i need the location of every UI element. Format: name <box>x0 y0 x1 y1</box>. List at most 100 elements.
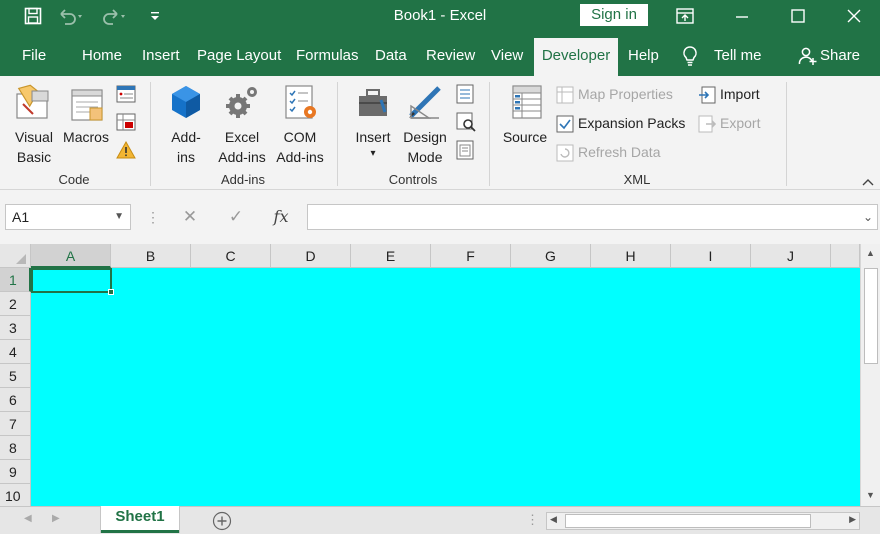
visual-basic-button[interactable]: Visual Basic <box>8 82 60 167</box>
column-header-f[interactable]: F <box>431 244 511 268</box>
ribbon-tab-bar: File Home Insert Page Layout Formulas Da… <box>0 32 880 76</box>
row-header-8[interactable]: 8 <box>0 436 31 460</box>
record-macro-icon[interactable] <box>116 84 136 107</box>
sign-in-button[interactable]: Sign in <box>580 4 648 26</box>
column-header-h[interactable]: H <box>591 244 671 268</box>
tab-review[interactable]: Review <box>426 40 475 76</box>
column-header-i[interactable]: I <box>671 244 751 268</box>
cell-range-filled[interactable] <box>31 268 860 506</box>
tab-developer[interactable]: Developer <box>534 38 618 76</box>
row-header-1[interactable]: 1 <box>0 268 31 292</box>
tell-me-search[interactable]: Tell me <box>714 40 762 76</box>
insert-controls-label: Insert <box>355 129 391 145</box>
run-dialog-icon[interactable] <box>456 140 474 163</box>
cancel-entry-icon[interactable]: ✕ <box>175 204 205 230</box>
xml-export-button[interactable]: Export <box>698 112 760 134</box>
scroll-sheets-left-icon[interactable]: ◀ <box>24 513 32 524</box>
row-header-9[interactable]: 9 <box>0 460 31 484</box>
name-box[interactable]: A1 ▼ <box>5 204 131 230</box>
share-button[interactable]: Share <box>820 40 860 76</box>
macro-security-icon[interactable] <box>116 140 136 163</box>
row-header-5[interactable]: 5 <box>0 364 31 388</box>
scroll-down-icon[interactable]: ▼ <box>866 490 875 500</box>
expand-formula-bar-icon[interactable]: ⌄ <box>863 205 873 229</box>
sheet-bar-splitter-icon[interactable]: ⋮ <box>526 512 539 528</box>
tab-page-layout[interactable]: Page Layout <box>197 40 281 76</box>
row-header-2[interactable]: 2 <box>0 292 31 316</box>
design-mode-button[interactable]: Design Mode <box>400 82 450 167</box>
import-label: Import <box>720 86 760 102</box>
properties-icon[interactable] <box>456 84 474 107</box>
view-code-icon[interactable] <box>456 112 476 135</box>
insert-controls-button[interactable]: Insert ▾ <box>348 82 398 161</box>
tab-formulas[interactable]: Formulas <box>296 40 359 76</box>
name-box-dropdown-icon[interactable]: ▼ <box>114 205 124 229</box>
tab-view[interactable]: View <box>491 40 523 76</box>
com-add-ins-button[interactable]: COM Add-ins <box>270 82 330 167</box>
scroll-up-icon[interactable]: ▲ <box>866 248 875 258</box>
share-person-icon <box>798 40 818 76</box>
toolbox-icon <box>359 89 387 116</box>
excel-add-ins-label-2: Add-ins <box>218 149 266 165</box>
expansion-packs-button[interactable]: Expansion Packs <box>556 112 685 134</box>
vertical-scrollbar[interactable]: ▲ ▼ <box>860 244 880 506</box>
scroll-sheets-right-icon[interactable]: ▶ <box>52 513 60 524</box>
ribbon-display-options-icon[interactable] <box>674 4 696 28</box>
row-header-4[interactable]: 4 <box>0 340 31 364</box>
visual-basic-label-2: Basic <box>16 149 52 165</box>
confirm-entry-icon[interactable]: ✓ <box>221 204 251 230</box>
relative-references-icon[interactable] <box>116 112 136 135</box>
row-header-3[interactable]: 3 <box>0 316 31 340</box>
xml-source-button[interactable]: Source <box>498 82 552 147</box>
save-icon[interactable] <box>20 4 46 28</box>
design-mode-icon <box>409 86 441 119</box>
scroll-left-icon[interactable]: ◀ <box>550 514 557 525</box>
xml-import-button[interactable]: Import <box>698 83 760 105</box>
add-ins-button[interactable]: Add- ins <box>160 82 212 167</box>
group-label-controls: Controls <box>388 172 438 187</box>
column-header-a[interactable]: A <box>31 244 111 268</box>
tab-data[interactable]: Data <box>375 40 407 76</box>
select-all-corner[interactable] <box>0 244 31 268</box>
new-sheet-icon[interactable] <box>212 511 232 534</box>
add-ins-label-1: Add- <box>171 129 201 145</box>
insert-function-icon[interactable]: fx <box>266 204 296 230</box>
insert-dropdown-icon: ▾ <box>370 148 376 159</box>
horizontal-scrollbar[interactable]: ◀ ▶ <box>546 512 860 530</box>
visual-basic-icon <box>16 84 49 119</box>
tab-help[interactable]: Help <box>628 40 659 76</box>
close-icon[interactable] <box>844 4 864 28</box>
formula-input[interactable]: ⌄ <box>307 204 878 230</box>
tab-insert[interactable]: Insert <box>142 40 180 76</box>
fill-handle[interactable] <box>108 289 114 295</box>
minimize-icon[interactable] <box>732 4 752 28</box>
horizontal-scroll-thumb[interactable] <box>565 514 811 528</box>
column-header-j[interactable]: J <box>751 244 831 268</box>
vertical-scroll-thumb[interactable] <box>864 268 878 364</box>
active-cell-a1[interactable] <box>31 268 112 293</box>
refresh-data-button[interactable]: Refresh Data <box>556 141 660 163</box>
formula-bar-grip-icon: ⋮ <box>146 209 160 225</box>
column-header-g[interactable]: G <box>511 244 591 268</box>
column-header-b[interactable]: B <box>111 244 191 268</box>
column-header-c[interactable]: C <box>191 244 271 268</box>
tab-home[interactable]: Home <box>82 40 122 76</box>
maximize-icon[interactable] <box>788 4 808 28</box>
add-ins-label-2: ins <box>177 149 195 165</box>
tab-file[interactable]: File <box>22 40 46 76</box>
row-header-10[interactable]: 10 <box>0 484 31 508</box>
row-header-6[interactable]: 6 <box>0 388 31 412</box>
column-header-d[interactable]: D <box>271 244 351 268</box>
redo-icon[interactable] <box>100 4 128 28</box>
column-header-e[interactable]: E <box>351 244 431 268</box>
map-properties-button[interactable]: Map Properties <box>556 83 673 105</box>
collapse-ribbon-icon[interactable] <box>862 174 874 190</box>
column-header-partial[interactable] <box>831 244 860 268</box>
row-header-7[interactable]: 7 <box>0 412 31 436</box>
undo-icon[interactable] <box>56 4 84 28</box>
macros-button[interactable]: Macros <box>60 82 112 147</box>
customize-toolbar-icon[interactable] <box>148 4 162 28</box>
excel-add-ins-button[interactable]: Excel Add-ins <box>212 82 272 167</box>
scroll-right-icon[interactable]: ▶ <box>849 514 856 525</box>
sheet-tab-sheet1[interactable]: Sheet1 <box>101 506 179 533</box>
